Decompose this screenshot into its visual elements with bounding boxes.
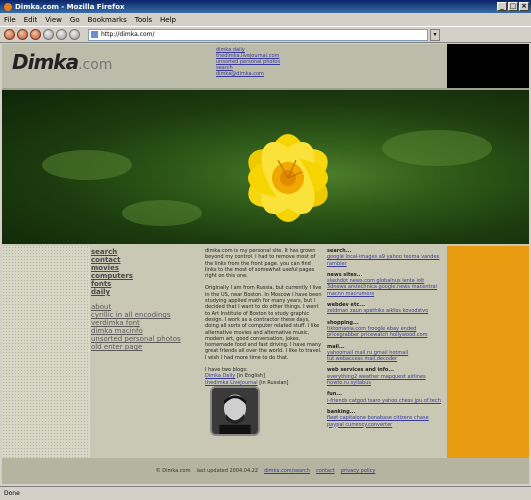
section-news: news sites... slashdot news.com globalnu…	[327, 272, 445, 297]
nav-contact[interactable]: contact	[91, 256, 199, 264]
status-bar: Done	[0, 486, 531, 500]
logo-main: Dimka	[12, 50, 79, 74]
flower-banner	[2, 90, 529, 244]
footer-link-contact[interactable]: contact	[316, 468, 335, 474]
flower-image	[248, 134, 328, 222]
blog-lang-en: [in English]	[236, 373, 265, 380]
menu-view[interactable]: View	[45, 16, 62, 24]
section-webdev: webdev etc... zeldman zaun spethiks aikt…	[327, 302, 445, 315]
section-web-services: web services and info... everything2 wea…	[327, 367, 445, 386]
page-viewport: Dimka.com dimka daily thedimka.livejourn…	[2, 44, 529, 484]
avatar	[210, 386, 260, 436]
dropdown-arrow-icon[interactable]: ▾	[430, 28, 440, 41]
maximize-button[interactable]: □	[508, 2, 518, 11]
navigation-toolbar: http://dimka.com/ ▾	[0, 26, 531, 43]
orange-panel	[447, 246, 529, 458]
menu-go[interactable]: Go	[70, 16, 80, 24]
intro-text: dimka.com is my personal site. It has gr…	[205, 248, 322, 392]
blogs-intro: I have two blogs:	[205, 367, 248, 374]
window-controls: _ □ ×	[497, 2, 529, 11]
nav-menu: search contact movies computers fonts da…	[91, 248, 199, 351]
address-text[interactable]: http://dimka.com/	[101, 31, 155, 38]
section-links[interactable]: i-friends catgod tsaro yahoo.chess jpu.o…	[327, 398, 441, 404]
section-fun: fun... i-friends catgod tsaro yahoo.ches…	[327, 391, 445, 404]
nav-photos[interactable]: unsorted personal photos	[91, 335, 199, 343]
intro-paragraph-2: Originally I am from Russia, but current…	[205, 285, 322, 361]
footer-link-search[interactable]: dimka.com/search	[264, 468, 310, 474]
section-shopping: shopping... tiktomania.com froogle ebay …	[327, 320, 445, 339]
footer-updated: last updated 2004.04.22	[196, 468, 259, 474]
header-links: dimka daily thedimka.livejournal.com uns…	[216, 47, 280, 77]
reload-icon[interactable]	[30, 29, 41, 40]
nav-macinfo[interactable]: dimka macinfo	[91, 327, 199, 335]
site-footer: © Dimka.com last updated 2004.04.22 dimk…	[2, 458, 529, 484]
main-content: search contact movies computers fonts da…	[2, 246, 529, 458]
address-bar[interactable]: http://dimka.com/	[88, 28, 428, 41]
section-search: search... google local-images a9 yahoo t…	[327, 248, 445, 267]
nav-verdimka-font[interactable]: verdimka font	[91, 319, 199, 327]
section-links[interactable]: everything2 weather mapquest airlines ho…	[327, 374, 426, 386]
close-button[interactable]: ×	[519, 2, 529, 11]
menu-bar: File Edit View Go Bookmarks Tools Help	[0, 13, 531, 26]
site-logo[interactable]: Dimka.com	[12, 50, 112, 74]
menu-file[interactable]: File	[4, 16, 16, 24]
nav-movies[interactable]: movies	[91, 264, 199, 272]
section-links[interactable]: tiktomania.com froogle ebay ended priceg…	[327, 326, 428, 338]
nav-cyrillic[interactable]: cyrillic in all encodings	[91, 311, 199, 319]
nav-computers[interactable]: computers	[91, 272, 199, 280]
section-links[interactable]: google local-images a9 yahoo teoma vande…	[327, 254, 439, 266]
blog-link-livejournal[interactable]: thedimka LiveJournal	[205, 380, 258, 386]
section-links[interactable]: zeldman zaun spethiks aiktos kovodstvo	[327, 308, 428, 314]
window-title: Dimka.com - Mozilla Firefox	[15, 2, 125, 11]
blog-lang-ru: [in Russian]	[259, 379, 289, 386]
back-icon[interactable]	[4, 29, 15, 40]
footer-copyright: © Dimka.com	[155, 468, 191, 474]
menu-help[interactable]: Help	[160, 16, 176, 24]
page-icon	[91, 31, 98, 38]
nav-about[interactable]: about	[91, 303, 199, 311]
nav-old-enter[interactable]: old enter page	[91, 343, 199, 351]
menu-bookmarks[interactable]: Bookmarks	[88, 16, 127, 24]
footer-link-privacy[interactable]: privacy policy	[341, 468, 376, 474]
nav-fonts[interactable]: fonts	[91, 280, 199, 288]
nav-search[interactable]: search	[91, 248, 199, 256]
site-header: Dimka.com dimka daily thedimka.livejourn…	[2, 44, 529, 88]
section-banking: banking... fleet capitalone bonabase cit…	[327, 409, 445, 428]
firefox-icon	[4, 2, 12, 11]
stop-icon[interactable]	[43, 29, 54, 40]
logo-tld: .com	[78, 57, 113, 73]
print-icon[interactable]	[69, 29, 80, 40]
forward-icon[interactable]	[17, 29, 28, 40]
minimize-button[interactable]: _	[497, 2, 507, 11]
status-text: Done	[4, 490, 20, 497]
menu-tools[interactable]: Tools	[135, 16, 152, 24]
section-links[interactable]: slashdot news.com globalnus lenta iolt 3…	[327, 278, 437, 297]
window-titlebar: Dimka.com - Mozilla Firefox _ □ ×	[0, 0, 531, 13]
blog-link-daily[interactable]: Dimka Daily	[205, 373, 235, 379]
intro-paragraph-1: dimka.com is my personal site. It has gr…	[205, 248, 316, 280]
links-directory: search... google local-images a9 yahoo t…	[327, 248, 445, 433]
section-links[interactable]: fleet capitalone bonabase citizens chase…	[327, 415, 429, 427]
dotted-panel	[2, 246, 90, 458]
nav-daily[interactable]: daily	[91, 288, 199, 296]
menu-edit[interactable]: Edit	[24, 16, 38, 24]
home-icon[interactable]	[56, 29, 67, 40]
header-black-block	[447, 44, 529, 88]
section-links[interactable]: yahoomail mail.ru gmail hotmail tut.weba…	[327, 350, 408, 362]
section-mail: mail... yahoomail mail.ru gmail hotmail …	[327, 344, 445, 363]
header-link-email[interactable]: dimka@dimka.com	[216, 71, 280, 77]
secondary-nav: about cyrillic in all encodings verdimka…	[91, 303, 199, 351]
